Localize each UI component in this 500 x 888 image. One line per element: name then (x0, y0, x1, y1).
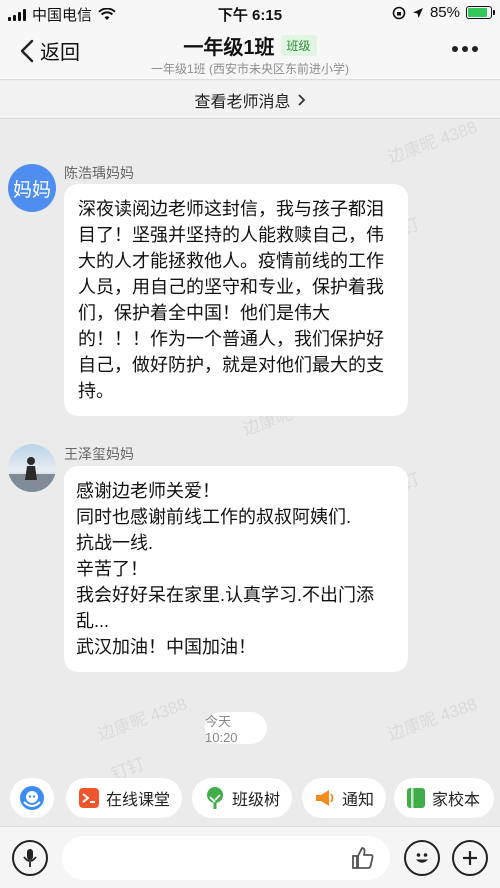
page-subtitle: 一年级1班 (西安市未央区东前进小学) (150, 62, 349, 76)
nav-bar: 返回 一年级1班 班级 一年级1班 (西安市未央区东前进小学) (0, 26, 500, 80)
like-button[interactable] (350, 845, 376, 876)
notice-button[interactable]: 通知 (302, 778, 387, 818)
message-bubble[interactable]: 感谢边老师关爱！ 同时也感谢前线工作的叔叔阿姨们. 抗战一线. 辛苦了！ 我会好… (64, 466, 408, 672)
chevron-right-icon (297, 93, 305, 106)
message-bubble[interactable]: 深夜读阅边老师这封信，我与孩子都泪目了！坚强并坚持的人能救赎自己，伟大的人才能拯… (64, 184, 408, 416)
notice-label: 通知 (342, 792, 375, 809)
teacher-banner-label: 查看老师消息 (194, 93, 291, 111)
online-class-button[interactable]: 在线课堂 (66, 778, 183, 818)
class-tree-label: 班级树 (232, 792, 281, 809)
plus-icon (463, 851, 477, 865)
page-title: 一年级1班 (183, 37, 275, 59)
class-badge: 班级 (280, 35, 317, 56)
emoji-button[interactable] (404, 840, 440, 876)
timestamp: 今天 10:20 (205, 712, 267, 745)
watermark: 边康昵 4388 (385, 117, 480, 168)
rotation-lock-icon (392, 6, 406, 19)
quick-actions-bar: 在线课堂 班级树 通知 家校本 (0, 772, 500, 824)
plus-button[interactable] (452, 840, 488, 876)
location-icon (412, 7, 423, 18)
watermark: 边康昵 4388 (95, 694, 190, 745)
battery-level (468, 8, 487, 17)
homework-book-icon (407, 788, 425, 808)
online-class-label: 在线课堂 (106, 792, 171, 809)
megaphone-icon (316, 790, 334, 806)
avatar[interactable]: 妈妈 (8, 164, 56, 212)
avatar-text: 妈妈 (12, 179, 51, 201)
person-silhouette-icon (8, 457, 56, 492)
voice-button[interactable] (12, 840, 48, 876)
message-input[interactable] (62, 836, 390, 880)
assistant-icon (20, 786, 44, 810)
assistant-button[interactable] (10, 778, 54, 818)
battery-icon (466, 6, 495, 19)
homework-book-label: 家校本 (432, 792, 481, 809)
homework-book-button[interactable]: 家校本 (394, 778, 494, 818)
sender-name: 陈浩瑀妈妈 (64, 165, 134, 181)
microphone-icon (23, 849, 37, 867)
input-bar (0, 826, 500, 888)
more-button[interactable] (452, 46, 478, 52)
more-icon (452, 46, 478, 52)
status-bar: 中国电信 下午 6:15 85% (0, 0, 500, 26)
watermark: 边康昵 4388 (385, 694, 480, 745)
battery-percent: 85% (429, 4, 460, 21)
user-photo-avatar[interactable] (8, 444, 56, 492)
sender-name: 王泽玺妈妈 (64, 446, 134, 462)
emoji-icon (416, 853, 428, 863)
class-tree-button[interactable]: 班级树 (192, 778, 293, 818)
thumbs-up-icon (352, 847, 374, 869)
class-tree-icon (207, 787, 223, 809)
online-class-icon (79, 788, 99, 808)
view-teacher-messages-button[interactable]: 查看老师消息 (0, 81, 500, 119)
